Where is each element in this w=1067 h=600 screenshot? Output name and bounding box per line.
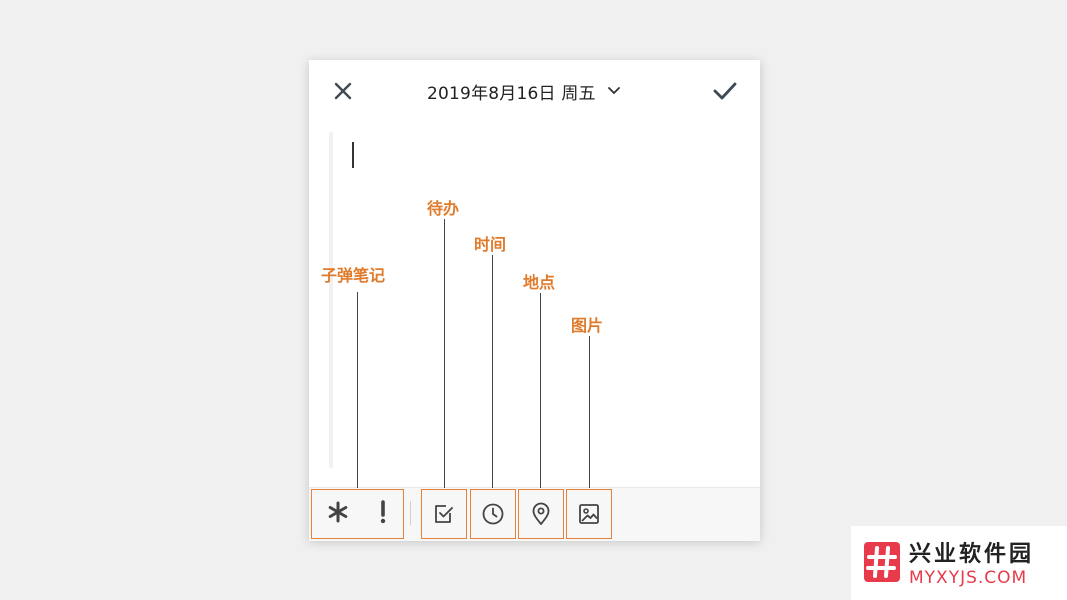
leader-line-image [589, 336, 590, 488]
leader-line-bullet-note [357, 292, 358, 488]
time-button[interactable] [470, 489, 516, 539]
annotation-time: 时间 [474, 235, 507, 254]
date-selector[interactable]: 2019年8月16日 周五 [427, 77, 620, 105]
note-text-area[interactable] [329, 132, 739, 468]
leader-line-todo [444, 219, 445, 488]
watermark: 兴业软件园 MYXYJS.COM [851, 526, 1067, 600]
annotation-image: 图片 [571, 316, 604, 335]
bottom-toolbar [309, 487, 760, 541]
image-button[interactable] [566, 489, 612, 539]
watermark-subtitle: MYXYJS.COM [909, 568, 1028, 588]
leader-line-location [540, 293, 541, 488]
location-pin-icon [532, 502, 550, 525]
chevron-down-icon [607, 87, 620, 95]
clock-icon [482, 503, 504, 525]
editor-indent-bar [329, 132, 333, 468]
close-button[interactable] [325, 73, 361, 109]
exclamation-icon[interactable] [378, 500, 388, 528]
image-icon [579, 504, 599, 524]
bullet-note-group[interactable] [311, 489, 404, 539]
annotation-location: 地点 [523, 273, 556, 292]
watermark-title: 兴业软件园 [909, 542, 1035, 567]
hash-logo-icon [864, 542, 900, 582]
annotation-bullet-note: 子弹笔记 [321, 266, 386, 285]
todo-button[interactable] [421, 489, 467, 539]
annotation-todo: 待办 [427, 199, 460, 218]
toolbar-divider [410, 501, 411, 525]
location-button[interactable] [518, 489, 564, 539]
leader-line-time [492, 255, 493, 488]
text-caret [352, 142, 354, 168]
checkbox-icon [435, 505, 453, 523]
asterisk-icon[interactable] [327, 501, 349, 527]
note-editor-panel: 2019年8月16日 周五 [309, 60, 760, 541]
check-icon [713, 82, 737, 100]
close-icon [334, 82, 352, 100]
date-label: 2019年8月16日 周五 [427, 83, 596, 104]
confirm-button[interactable] [707, 73, 743, 109]
